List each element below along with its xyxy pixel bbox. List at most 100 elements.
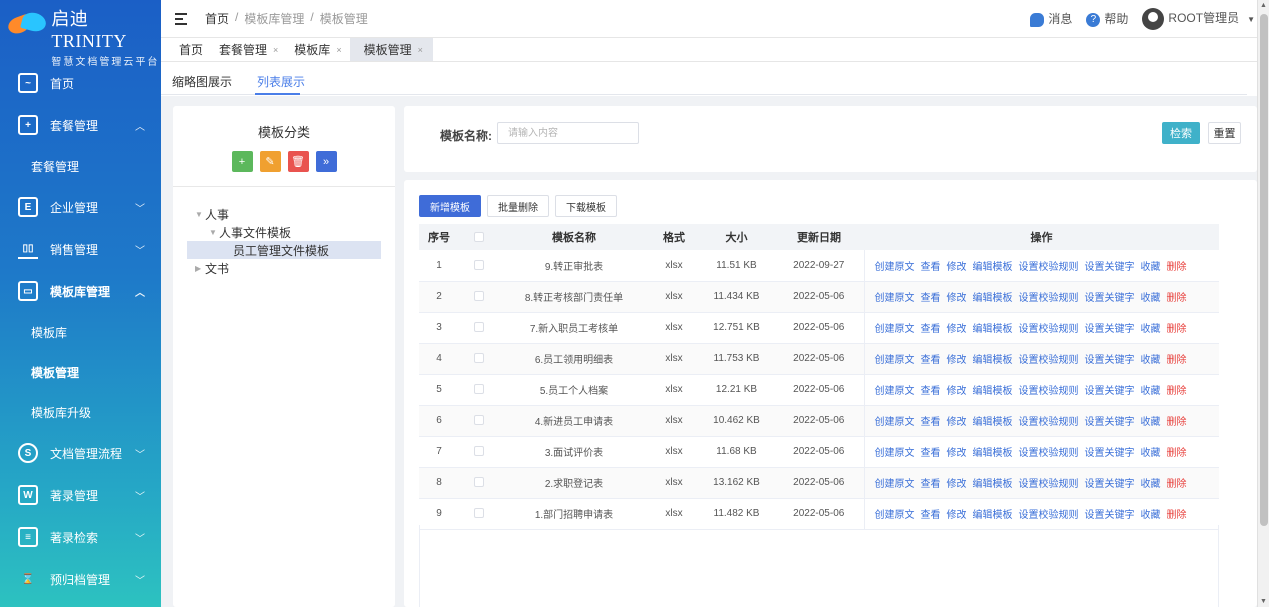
row-action-4[interactable]: 设置校验规则 <box>1019 324 1079 335</box>
delete-category-button[interactable]: 🗑 <box>287 151 309 172</box>
sidebar-subitem-package-manage[interactable]: 套餐管理 <box>0 146 161 186</box>
row-action-4[interactable]: 设置校验规则 <box>1019 355 1079 366</box>
row-action-7[interactable]: 删除 <box>1167 417 1187 428</box>
close-icon[interactable]: × <box>336 45 341 55</box>
page-tab-template-manage[interactable]: 模板管理 × <box>349 38 433 61</box>
row-action-5[interactable]: 设置关键字 <box>1085 293 1135 304</box>
row-action-0[interactable]: 创建原文 <box>875 262 915 273</box>
row-checkbox[interactable] <box>474 415 484 426</box>
close-icon[interactable]: × <box>273 45 278 55</box>
tree-node[interactable]: ▼ 人事 <box>187 205 381 223</box>
row-action-5[interactable]: 设置关键字 <box>1085 262 1135 273</box>
sidebar-item-catalog-search[interactable]: ≡ 著录检索 ﹀ <box>0 516 161 558</box>
row-action-0[interactable]: 创建原文 <box>875 417 915 428</box>
row-action-4[interactable]: 设置校验规则 <box>1019 293 1079 304</box>
page-scrollbar[interactable]: ▲ ▼ <box>1257 0 1269 607</box>
row-action-1[interactable]: 查看 <box>921 262 941 273</box>
sidebar-item-home[interactable]: ~ 首页 <box>0 62 161 104</box>
download-template-button[interactable]: 下载模板 <box>555 195 617 217</box>
row-action-3[interactable]: 编辑模板 <box>973 324 1013 335</box>
sidebar-subitem-template-lib[interactable]: 模板库 <box>0 312 161 352</box>
sidebar-item-sales[interactable]: ▯▯ 销售管理 ﹀ <box>0 228 161 270</box>
row-action-7[interactable]: 删除 <box>1167 448 1187 459</box>
row-action-3[interactable]: 编辑模板 <box>973 293 1013 304</box>
row-checkbox[interactable] <box>474 508 484 519</box>
row-action-7[interactable]: 删除 <box>1167 293 1187 304</box>
messages-link[interactable]: 消息 <box>1030 10 1072 27</box>
row-action-4[interactable]: 设置校验规则 <box>1019 262 1079 273</box>
app-logo[interactable]: 启迪 TRINITY 智慧文档管理云平台 <box>0 0 161 68</box>
help-link[interactable]: ? 帮助 <box>1086 10 1128 27</box>
row-action-0[interactable]: 创建原文 <box>875 324 915 335</box>
add-category-button[interactable]: + <box>231 151 253 172</box>
row-action-4[interactable]: 设置校验规则 <box>1019 386 1079 397</box>
row-checkbox[interactable] <box>474 322 484 333</box>
row-action-7[interactable]: 删除 <box>1167 479 1187 490</box>
row-action-6[interactable]: 收藏 <box>1141 262 1161 273</box>
scroll-down-icon[interactable]: ▼ <box>1260 598 1267 605</box>
row-action-5[interactable]: 设置关键字 <box>1085 510 1135 521</box>
breadcrumb-template-lib[interactable]: 模板库管理 <box>244 10 304 27</box>
row-checkbox[interactable] <box>474 477 484 488</box>
row-action-6[interactable]: 收藏 <box>1141 448 1161 459</box>
sidebar-subitem-template-upgrade[interactable]: 模板库升级 <box>0 392 161 432</box>
row-action-6[interactable]: 收藏 <box>1141 355 1161 366</box>
row-action-1[interactable]: 查看 <box>921 355 941 366</box>
expand-all-button[interactable]: » <box>315 151 337 172</box>
sidebar-item-template-lib[interactable]: ▭ 模板库管理 ︿ <box>0 270 161 312</box>
row-action-6[interactable]: 收藏 <box>1141 479 1161 490</box>
tab-thumbnail[interactable]: 缩略图展示 <box>172 73 232 90</box>
row-action-0[interactable]: 创建原文 <box>875 510 915 521</box>
row-action-4[interactable]: 设置校验规则 <box>1019 417 1079 428</box>
search-button[interactable]: 检索 <box>1162 122 1200 144</box>
row-action-3[interactable]: 编辑模板 <box>973 417 1013 428</box>
row-action-7[interactable]: 删除 <box>1167 510 1187 521</box>
add-template-button[interactable]: 新增模板 <box>419 195 481 217</box>
row-action-2[interactable]: 修改 <box>947 324 967 335</box>
row-action-1[interactable]: 查看 <box>921 417 941 428</box>
sidebar-item-enterprise[interactable]: E 企业管理 ﹀ <box>0 186 161 228</box>
row-action-5[interactable]: 设置关键字 <box>1085 479 1135 490</box>
row-action-1[interactable]: 查看 <box>921 386 941 397</box>
row-action-3[interactable]: 编辑模板 <box>973 355 1013 366</box>
sidebar-item-pre-archive[interactable]: ⌛ 预归档管理 ﹀ <box>0 558 161 600</box>
edit-category-button[interactable]: ✎ <box>259 151 281 172</box>
row-action-3[interactable]: 编辑模板 <box>973 262 1013 273</box>
row-action-1[interactable]: 查看 <box>921 510 941 521</box>
row-action-2[interactable]: 修改 <box>947 293 967 304</box>
row-action-0[interactable]: 创建原文 <box>875 293 915 304</box>
row-action-6[interactable]: 收藏 <box>1141 386 1161 397</box>
row-action-7[interactable]: 删除 <box>1167 355 1187 366</box>
tree-node[interactable]: ▼ 人事文件模板 <box>187 223 381 241</box>
batch-delete-button[interactable]: 批量删除 <box>487 195 549 217</box>
row-action-2[interactable]: 修改 <box>947 510 967 521</box>
row-action-4[interactable]: 设置校验规则 <box>1019 448 1079 459</box>
row-action-5[interactable]: 设置关键字 <box>1085 448 1135 459</box>
row-action-5[interactable]: 设置关键字 <box>1085 355 1135 366</box>
user-menu[interactable]: ROOT管理员 ▼ <box>1142 7 1255 30</box>
row-action-2[interactable]: 修改 <box>947 355 967 366</box>
close-icon[interactable]: × <box>418 45 423 55</box>
row-action-2[interactable]: 修改 <box>947 417 967 428</box>
row-checkbox[interactable] <box>474 291 484 302</box>
page-tab-home[interactable]: 首页 <box>171 38 211 61</box>
tree-node[interactable]: ▶ 文书 <box>187 259 381 277</box>
row-action-0[interactable]: 创建原文 <box>875 355 915 366</box>
sidebar-item-package[interactable]: + 套餐管理 ︿ <box>0 104 161 146</box>
row-action-6[interactable]: 收藏 <box>1141 324 1161 335</box>
scroll-thumb[interactable] <box>1260 14 1268 526</box>
row-action-1[interactable]: 查看 <box>921 293 941 304</box>
row-action-2[interactable]: 修改 <box>947 479 967 490</box>
row-checkbox[interactable] <box>474 384 484 395</box>
sidebar-item-catalog[interactable]: W 著录管理 ﹀ <box>0 474 161 516</box>
row-action-0[interactable]: 创建原文 <box>875 386 915 397</box>
page-tab-package[interactable]: 套餐管理 × <box>211 38 286 61</box>
row-action-6[interactable]: 收藏 <box>1141 293 1161 304</box>
row-action-6[interactable]: 收藏 <box>1141 417 1161 428</box>
row-action-5[interactable]: 设置关键字 <box>1085 417 1135 428</box>
row-action-1[interactable]: 查看 <box>921 324 941 335</box>
row-action-0[interactable]: 创建原文 <box>875 479 915 490</box>
row-action-2[interactable]: 修改 <box>947 448 967 459</box>
row-action-4[interactable]: 设置校验规则 <box>1019 479 1079 490</box>
row-action-6[interactable]: 收藏 <box>1141 510 1161 521</box>
